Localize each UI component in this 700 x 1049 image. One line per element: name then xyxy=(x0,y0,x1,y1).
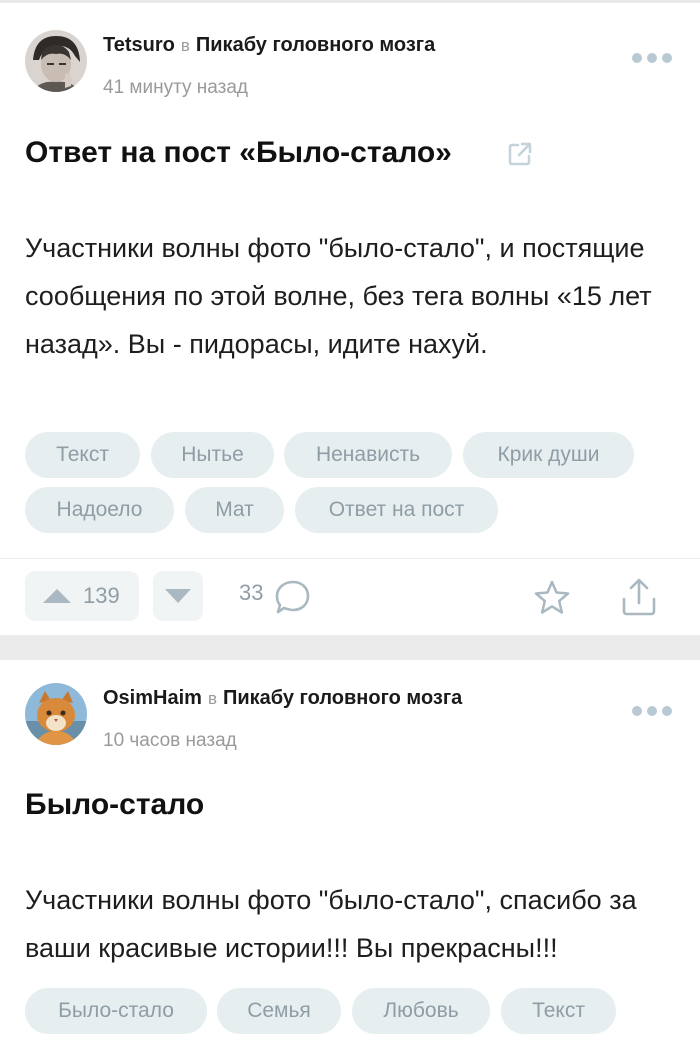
share-icon[interactable] xyxy=(620,577,658,617)
post-header: Tetsuro в Пикабу головного мозга 41 минуту… xyxy=(25,30,675,98)
comments-count[interactable]: 33 xyxy=(239,580,263,606)
tag[interactable]: Текст xyxy=(25,432,140,478)
tag[interactable]: Ненависть xyxy=(284,432,452,478)
post-card: OsimHaim в Пикабу головного мозга 10 часов… xyxy=(0,660,700,1049)
avatar[interactable] xyxy=(25,683,87,745)
tag[interactable]: Ответ на пост xyxy=(295,487,498,533)
actions-separator xyxy=(0,558,700,559)
tag[interactable]: Нытье xyxy=(151,432,274,478)
comment-bubble-icon[interactable] xyxy=(274,579,312,617)
tag[interactable]: Текст xyxy=(501,988,616,1034)
community-name[interactable]: Пикабу головного мозга xyxy=(196,34,435,56)
external-link-icon[interactable] xyxy=(507,141,533,167)
in-label: в xyxy=(180,36,190,55)
post-divider xyxy=(0,635,700,660)
upvote-button[interactable]: 139 xyxy=(25,571,139,621)
tag[interactable]: Крик души xyxy=(463,432,634,478)
post-title[interactable]: Ответ на пост «Было-стало» xyxy=(25,136,452,170)
post-title[interactable]: Было-стало xyxy=(25,788,204,822)
author-name[interactable]: OsimHaim xyxy=(103,687,202,709)
tag[interactable]: Любовь xyxy=(352,988,490,1034)
in-label: в xyxy=(207,689,217,708)
post-card: Tetsuro в Пикабу головного мозга 41 минуту… xyxy=(0,3,700,635)
community-name[interactable]: Пикабу головного мозга xyxy=(223,687,462,709)
tag[interactable]: Было-стало xyxy=(25,988,207,1034)
avatar[interactable] xyxy=(25,30,87,92)
author-line: Tetsuro в Пикабу головного мозга xyxy=(103,34,435,57)
more-dots-icon[interactable] xyxy=(632,50,672,66)
post-body: Участники волны фото "было-стало", спаси… xyxy=(25,885,637,963)
star-icon[interactable] xyxy=(533,579,571,617)
author-name[interactable]: Tetsuro xyxy=(103,34,175,56)
rating-count: 139 xyxy=(83,583,120,608)
upvote-triangle-icon xyxy=(43,589,71,603)
downvote-button[interactable] xyxy=(153,571,203,621)
tag[interactable]: Надоело xyxy=(25,487,174,533)
tag[interactable]: Мат xyxy=(185,487,284,533)
downvote-triangle-icon xyxy=(165,589,191,603)
post-header: OsimHaim в Пикабу головного мозга 10 часов… xyxy=(25,683,675,751)
more-dots-icon[interactable] xyxy=(632,703,672,719)
post-time: 10 часов назад xyxy=(103,730,237,751)
tag[interactable]: Семья xyxy=(217,988,341,1034)
post-body: Участники волны фото "было-стало", и пос… xyxy=(25,233,652,359)
author-line: OsimHaim в Пикабу головного мозга xyxy=(103,687,462,710)
post-time: 41 минуту назад xyxy=(103,77,248,98)
